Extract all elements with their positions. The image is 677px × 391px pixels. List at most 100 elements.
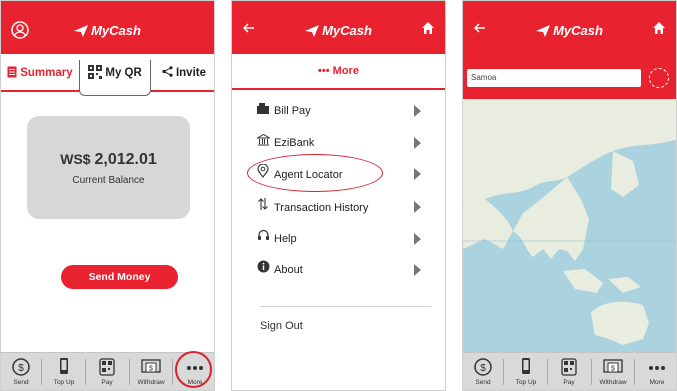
summary-tab-bar: Summary My QR Invite bbox=[1, 54, 214, 96]
phone-icon bbox=[46, 357, 82, 377]
nav-divider bbox=[172, 359, 173, 385]
nav-send-label: Send bbox=[475, 379, 491, 386]
send-money-button[interactable]: Send Money bbox=[61, 265, 178, 289]
nav-send[interactable]: $ Send bbox=[3, 357, 39, 386]
svg-text:$: $ bbox=[611, 366, 615, 373]
nav-top-up-label: Top Up bbox=[53, 379, 75, 386]
tab-my-qr-label: My QR bbox=[105, 67, 142, 79]
balance-value: 2,012.01 bbox=[94, 151, 157, 168]
nav-more-label: More bbox=[649, 379, 665, 386]
qr-icon bbox=[551, 357, 587, 377]
search-icon[interactable] bbox=[649, 68, 669, 88]
bill-icon bbox=[256, 101, 270, 121]
document-icon bbox=[7, 66, 17, 79]
cash-icon: $ bbox=[133, 357, 169, 377]
menu-item-label: Transaction History bbox=[274, 202, 369, 214]
app-header: MyCash bbox=[1, 1, 214, 54]
nav-divider bbox=[503, 359, 504, 385]
home-icon[interactable] bbox=[652, 21, 666, 40]
menu-item-about[interactable]: About bbox=[256, 260, 421, 280]
phone-summary-screen: MyCash Summary My QR Invite WS$ 2,012.01… bbox=[0, 0, 215, 391]
location-search-input[interactable]: Samoa bbox=[467, 69, 641, 87]
menu-item-bill-pay[interactable]: Bill Pay bbox=[256, 101, 421, 121]
world-map-graphic bbox=[463, 99, 676, 352]
balance-amount: WS$ 2,012.01 bbox=[27, 151, 190, 169]
tab-my-qr[interactable]: My QR bbox=[79, 60, 151, 96]
nav-withdraw[interactable]: $ Withdraw bbox=[595, 357, 631, 386]
app-logo: MyCash bbox=[232, 23, 445, 40]
qr-icon bbox=[89, 357, 125, 377]
logo-mark-icon bbox=[536, 25, 551, 40]
balance-currency: WS$ bbox=[60, 151, 91, 167]
tab-invite[interactable]: Invite bbox=[162, 54, 206, 92]
nav-withdraw-label: Withdraw bbox=[137, 379, 165, 386]
nav-withdraw[interactable]: $ Withdraw bbox=[133, 357, 169, 386]
sign-out-link[interactable]: Sign Out bbox=[260, 320, 303, 332]
bank-icon bbox=[255, 133, 271, 153]
chevron-right-icon bbox=[414, 137, 421, 149]
nav-pay-label: Pay bbox=[563, 379, 575, 386]
nav-more[interactable]: More bbox=[639, 357, 675, 386]
nav-send-label: Send bbox=[13, 379, 29, 386]
info-icon bbox=[256, 260, 270, 280]
nav-top-up[interactable]: Top Up bbox=[508, 357, 544, 386]
nav-divider bbox=[85, 359, 86, 385]
screenshot-stage: MyCash Summary My QR Invite WS$ 2,012.01… bbox=[0, 0, 677, 391]
transaction-history-icon bbox=[256, 197, 270, 218]
phone-icon bbox=[508, 357, 544, 377]
nav-send[interactable]: $ Send bbox=[465, 357, 501, 386]
tab-invite-label: Invite bbox=[175, 67, 206, 79]
svg-text:$: $ bbox=[480, 363, 486, 374]
nav-top-up-label: Top Up bbox=[515, 379, 537, 386]
home-icon[interactable] bbox=[421, 21, 435, 40]
location-pin-icon bbox=[256, 163, 270, 185]
brand-name: MyCash bbox=[91, 23, 141, 38]
send-icon: $ bbox=[465, 357, 501, 377]
svg-text:$: $ bbox=[149, 366, 153, 373]
nav-pay[interactable]: Pay bbox=[89, 357, 125, 386]
svg-text:$: $ bbox=[18, 363, 24, 374]
menu-item-label: Help bbox=[274, 233, 297, 245]
app-header: MyCash Samoa bbox=[463, 1, 676, 99]
phone-agent-map-screen: MyCash Samoa $ Send Top Up Pay $ Withdra… bbox=[462, 0, 677, 391]
phone-more-menu-screen: MyCash ••• More Bill Pay EziBank Agent L… bbox=[231, 0, 446, 391]
tab-summary[interactable]: Summary bbox=[7, 54, 73, 92]
send-icon: $ bbox=[3, 357, 39, 377]
menu-item-label: Agent Locator bbox=[274, 169, 343, 181]
nav-top-up[interactable]: Top Up bbox=[46, 357, 82, 386]
more-dots-icon bbox=[639, 357, 675, 377]
menu-item-transaction-history[interactable]: Transaction History bbox=[256, 197, 421, 217]
app-header: MyCash bbox=[232, 1, 445, 54]
nav-pay[interactable]: Pay bbox=[551, 357, 587, 386]
menu-item-help[interactable]: Help bbox=[256, 229, 421, 249]
menu-item-label: EziBank bbox=[274, 137, 315, 149]
more-tab[interactable]: ••• More bbox=[232, 54, 445, 90]
qr-icon bbox=[88, 65, 103, 79]
tab-summary-label: Summary bbox=[20, 67, 73, 79]
balance-card: WS$ 2,012.01 Current Balance bbox=[27, 116, 190, 219]
brand-name: MyCash bbox=[553, 23, 603, 38]
nav-pay-label: Pay bbox=[101, 379, 113, 386]
chevron-right-icon bbox=[414, 264, 421, 276]
menu-item-label: About bbox=[274, 264, 303, 276]
nav-divider bbox=[129, 359, 130, 385]
headset-icon bbox=[256, 229, 270, 249]
menu-item-ezibank[interactable]: EziBank bbox=[255, 133, 421, 153]
bottom-nav: $ Send Top Up Pay $ Withdraw More bbox=[1, 351, 214, 390]
logo-mark-icon bbox=[305, 25, 320, 40]
logo-mark-icon bbox=[74, 25, 89, 40]
app-logo: MyCash bbox=[1, 23, 214, 40]
nav-withdraw-label: Withdraw bbox=[599, 379, 627, 386]
agent-map[interactable] bbox=[463, 99, 676, 352]
menu-item-label: Bill Pay bbox=[274, 105, 311, 117]
menu-item-agent-locator[interactable]: Agent Locator bbox=[256, 163, 421, 185]
nav-divider bbox=[591, 359, 592, 385]
app-logo: MyCash bbox=[463, 23, 676, 40]
balance-label: Current Balance bbox=[72, 175, 145, 186]
brand-name: MyCash bbox=[322, 23, 372, 38]
cash-icon: $ bbox=[595, 357, 631, 377]
nav-divider bbox=[547, 359, 548, 385]
chevron-right-icon bbox=[414, 168, 421, 180]
more-highlight-annotation bbox=[175, 351, 212, 388]
chevron-right-icon bbox=[414, 105, 421, 117]
